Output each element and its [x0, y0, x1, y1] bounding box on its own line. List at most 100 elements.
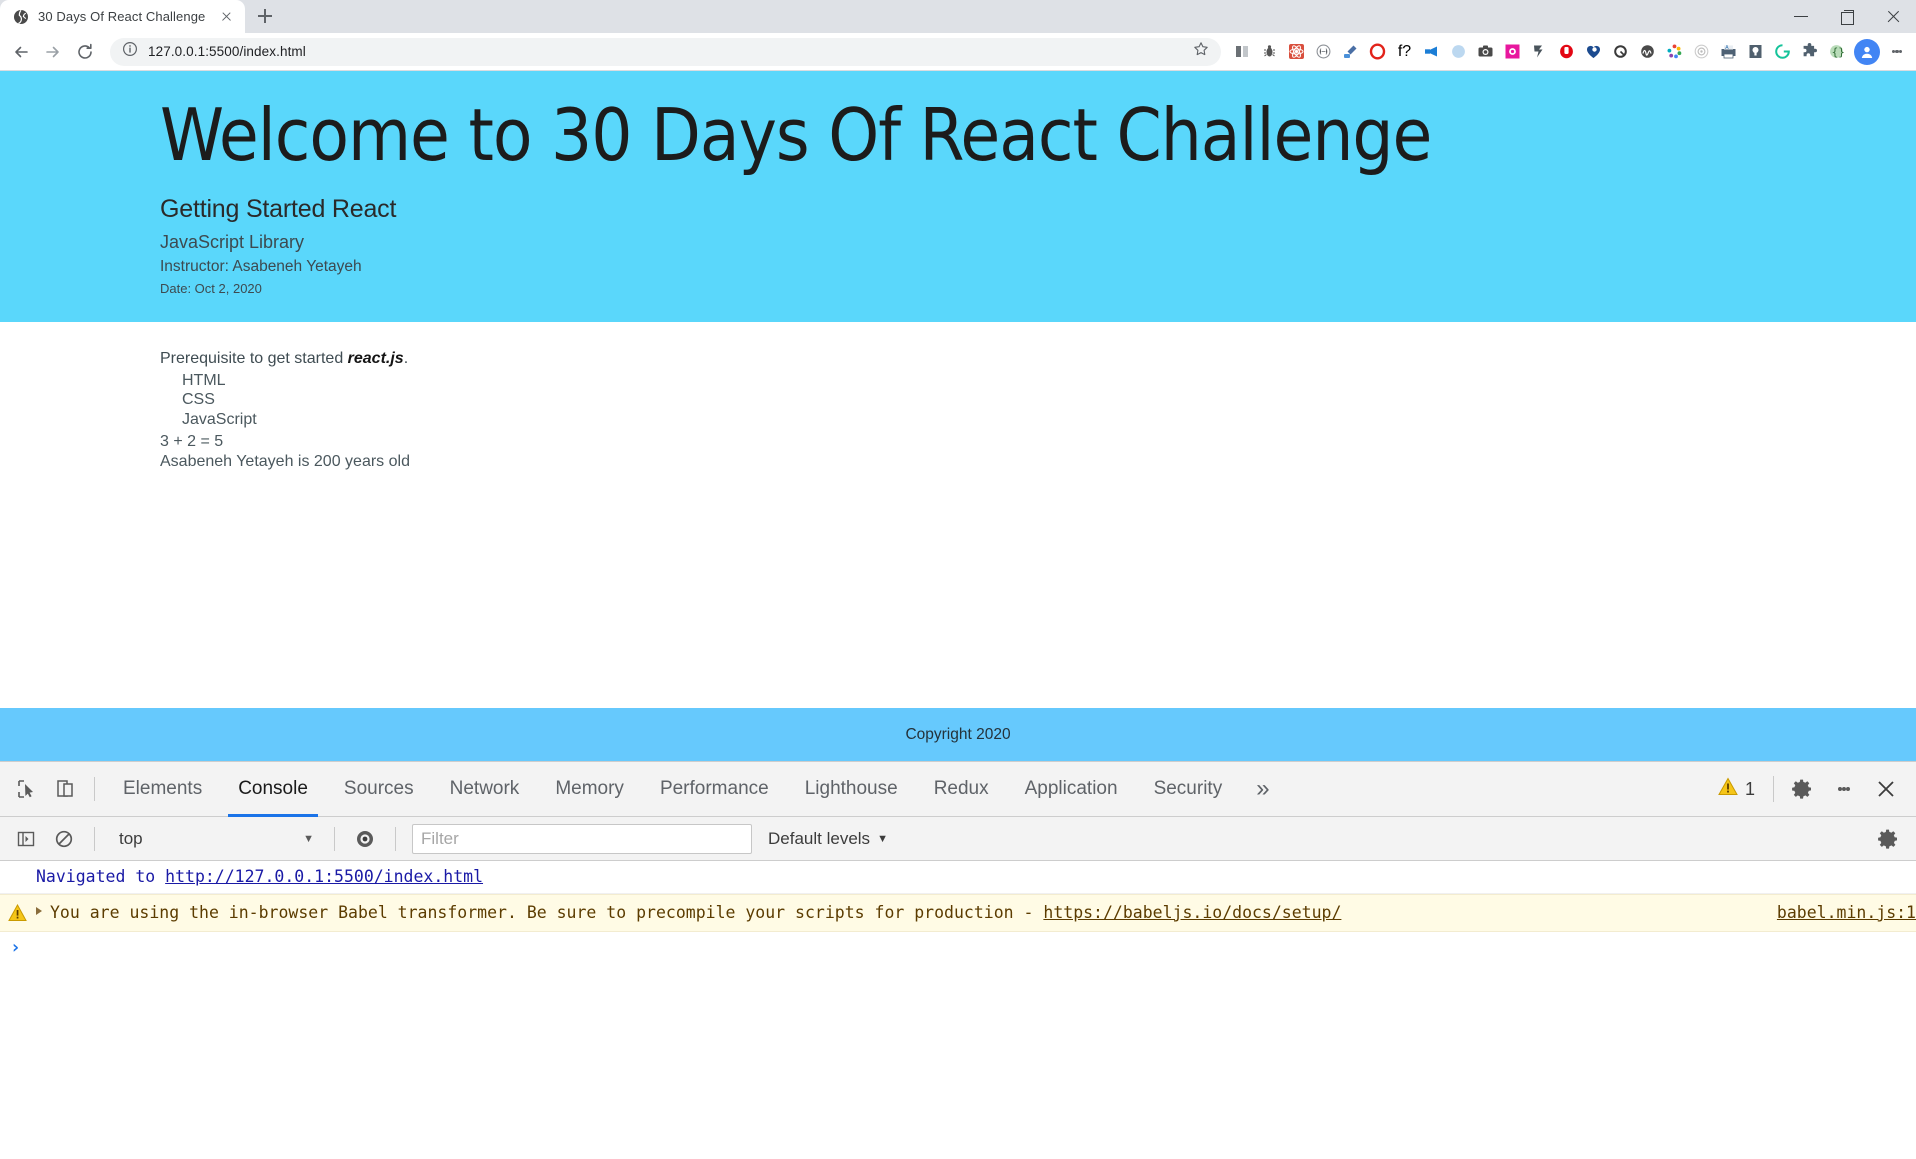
tab-redux[interactable]: Redux: [916, 762, 1007, 817]
tab-title: 30 Days Of React Challenge: [38, 9, 206, 24]
log-levels-label: Default levels: [768, 828, 871, 848]
settings-gear-icon[interactable]: [1782, 769, 1822, 809]
clock-dark-icon[interactable]: [1607, 38, 1634, 66]
close-tab-icon[interactable]: [218, 8, 235, 25]
prerequisite-emphasis: react.js: [347, 349, 404, 367]
new-tab-button[interactable]: [251, 2, 279, 30]
megaphone-icon[interactable]: [1418, 38, 1445, 66]
printer-icon[interactable]: A: [1715, 38, 1742, 66]
tab-elements[interactable]: Elements: [105, 762, 220, 817]
prerequisite-prefix: Prerequisite to get started: [160, 349, 348, 367]
columns-icon[interactable]: [1229, 38, 1256, 66]
calculation-output: 3 + 2 = 5: [160, 432, 224, 450]
tab-lighthouse[interactable]: Lighthouse: [787, 762, 916, 817]
forward-button[interactable]: [38, 37, 68, 67]
close-devtools-icon[interactable]: [1866, 769, 1906, 809]
filter-input[interactable]: Filter: [412, 823, 752, 854]
grammarly-g-icon[interactable]: [1769, 38, 1796, 66]
tab-security[interactable]: Security: [1136, 762, 1241, 817]
clear-console-icon[interactable]: [46, 822, 82, 856]
tab-strip: 30 Days Of React Challenge: [0, 0, 1916, 33]
devtools-menu-icon[interactable]: [1824, 769, 1864, 809]
more-tabs-button[interactable]: »: [1240, 762, 1285, 817]
browser-window: 30 Days Of React Challenge 127.0.0.1:550…: [0, 0, 1916, 1159]
console-prompt[interactable]: ›: [0, 932, 1916, 963]
page-header: Welcome to 30 Days Of React Challenge Ge…: [0, 71, 1916, 322]
tab-console[interactable]: Console: [220, 762, 326, 817]
bulb-icon[interactable]: [1742, 38, 1769, 66]
puzzle-icon[interactable]: [1796, 38, 1823, 66]
warning-triangle-icon: [1718, 777, 1738, 801]
console-toolbar: top ▼ Filter Default levels ▼: [0, 817, 1916, 861]
devtools-tabbar: Elements Console Sources Network Memory …: [0, 762, 1916, 817]
spiral-icon[interactable]: [1688, 38, 1715, 66]
opera-o-icon[interactable]: [1364, 38, 1391, 66]
color-wheel-icon[interactable]: [1661, 38, 1688, 66]
back-button[interactable]: [6, 37, 36, 67]
fonts-f-icon[interactable]: f?: [1391, 38, 1418, 66]
braces-icon[interactable]: {}: [1823, 38, 1850, 66]
message-source-link[interactable]: babel.min.js:1: [1777, 901, 1916, 925]
navigation-link[interactable]: http://127.0.0.1:5500/index.html: [165, 867, 483, 886]
shield-red-icon[interactable]: [1553, 38, 1580, 66]
console-message-navigation: Navigated to http://127.0.0.1:5500/index…: [0, 861, 1916, 894]
browser-tab[interactable]: 30 Days Of React Challenge: [0, 0, 245, 33]
list-item: CSS: [182, 391, 215, 409]
page-subtitle: Getting Started React: [160, 194, 397, 223]
list-item: JavaScript: [182, 411, 257, 429]
extensions-strip: f? A {}: [1229, 38, 1850, 66]
tab-sources[interactable]: Sources: [326, 762, 432, 817]
site-info-icon[interactable]: [122, 41, 138, 62]
devtools-tabbar-right: 1: [1708, 769, 1916, 809]
console-settings-icon[interactable]: [1868, 819, 1908, 859]
expand-arrow-icon[interactable]: [36, 906, 42, 915]
tag-icon[interactable]: [1526, 38, 1553, 66]
log-levels-selector[interactable]: Default levels ▼: [768, 829, 888, 849]
console-toolbar-right: [1868, 819, 1908, 859]
warning-count-badge[interactable]: 1: [1708, 777, 1765, 801]
close-window-button[interactable]: [1870, 0, 1916, 33]
bookmark-star-icon[interactable]: [1193, 41, 1209, 62]
device-toolbar-icon[interactable]: [46, 769, 84, 809]
prerequisite-suffix: .: [403, 349, 409, 367]
devtools-panel: Elements Console Sources Network Memory …: [0, 761, 1916, 1159]
react-devtools-icon[interactable]: [1283, 38, 1310, 66]
eyedropper-icon[interactable]: [1337, 38, 1364, 66]
tab-memory[interactable]: Memory: [537, 762, 642, 817]
prompt-caret-icon: ›: [10, 936, 21, 958]
console-message-warning: You are using the in-browser Babel trans…: [0, 893, 1916, 932]
user-avatar[interactable]: [1854, 38, 1880, 65]
instructor-label: Instructor: Asabeneh Yetayeh: [160, 257, 362, 275]
maximize-window-button[interactable]: [1824, 0, 1870, 33]
tech-list: HTML CSS JavaScript: [160, 371, 1756, 430]
tab-application[interactable]: Application: [1007, 762, 1136, 817]
console-sidebar-icon[interactable]: [8, 822, 44, 856]
tab-network[interactable]: Network: [432, 762, 538, 817]
heart-blue-icon[interactable]: [1580, 38, 1607, 66]
wave-icon[interactable]: [1634, 38, 1661, 66]
prerequisite-text: Prerequisite to get started react.js.: [160, 350, 1756, 368]
library-label: JavaScript Library: [160, 231, 305, 252]
page-footer: Copyright 2020: [0, 708, 1916, 761]
parentheses-icon[interactable]: [1310, 38, 1337, 66]
console-messages[interactable]: Navigated to http://127.0.0.1:5500/index…: [0, 861, 1916, 1159]
camera-icon[interactable]: [1472, 38, 1499, 66]
context-selector[interactable]: top ▼: [107, 824, 322, 854]
tab-performance[interactable]: Performance: [642, 762, 787, 817]
eye-icon[interactable]: [347, 822, 383, 856]
reload-button[interactable]: [70, 37, 100, 67]
filter-placeholder: Filter: [421, 828, 459, 848]
minimize-window-button[interactable]: [1778, 0, 1824, 33]
browser-menu-button[interactable]: [1884, 38, 1910, 66]
toolbar-divider: [94, 826, 95, 851]
toolbar-divider: [94, 777, 95, 801]
moon-blue-icon[interactable]: [1445, 38, 1472, 66]
inspect-element-icon[interactable]: [8, 769, 46, 809]
url-text: 127.0.0.1:5500/index.html: [148, 44, 306, 59]
bug-icon[interactable]: [1256, 38, 1283, 66]
gear-pink-icon[interactable]: [1499, 38, 1526, 66]
address-bar[interactable]: 127.0.0.1:5500/index.html: [110, 37, 1221, 66]
svg-text:{}: {}: [1832, 45, 1845, 58]
babel-docs-link[interactable]: https://babeljs.io/docs/setup/: [1043, 903, 1341, 922]
chevron-down-icon: ▼: [303, 832, 314, 845]
